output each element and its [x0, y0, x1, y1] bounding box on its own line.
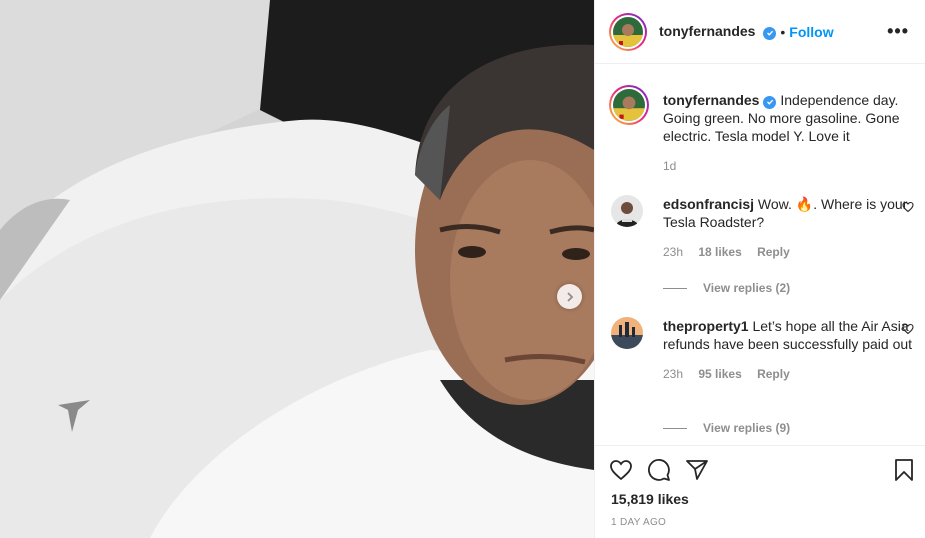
- post-header: tonyfernandes • Follow •••: [595, 0, 925, 64]
- caption: tonyfernandes Independence day. Going gr…: [609, 85, 914, 175]
- like-comment-heart-icon[interactable]: [902, 201, 914, 213]
- author-avatar[interactable]: [609, 12, 647, 51]
- next-photo-button[interactable]: [557, 284, 582, 309]
- heart-icon[interactable]: [609, 458, 633, 482]
- comment-username[interactable]: edsonfrancisj: [663, 196, 754, 212]
- view-replies-label: View replies (9): [703, 421, 791, 435]
- caption-avatar[interactable]: [609, 85, 649, 125]
- post-photo[interactable]: [0, 0, 594, 538]
- commenter-avatar[interactable]: [611, 317, 643, 349]
- comments-list[interactable]: tonyfernandes Independence day. Going gr…: [595, 65, 925, 445]
- view-replies-button[interactable]: View replies (9): [663, 421, 790, 435]
- commenter-avatar[interactable]: [611, 195, 643, 227]
- verified-badge-icon: [763, 26, 777, 40]
- follow-button[interactable]: Follow: [789, 24, 833, 40]
- more-options-icon[interactable]: •••: [887, 21, 909, 42]
- comment-item: edsonfrancisj Wow. 🔥. Where is your Tesl…: [609, 195, 914, 261]
- bookmark-icon[interactable]: [892, 458, 916, 482]
- reply-button[interactable]: Reply: [757, 245, 790, 259]
- comment-age[interactable]: 23h: [663, 245, 683, 259]
- post-likes-count[interactable]: 15,819 likes: [611, 491, 689, 507]
- post-timestamp[interactable]: 1 DAY AGO: [611, 517, 666, 528]
- view-replies-button[interactable]: View replies (2): [663, 281, 790, 295]
- reply-button[interactable]: Reply: [757, 367, 790, 381]
- comment-age[interactable]: 23h: [663, 367, 683, 381]
- verified-badge-icon: [763, 95, 777, 109]
- caption-age[interactable]: 1d: [663, 159, 676, 173]
- comment-icon[interactable]: [647, 458, 671, 482]
- comment-username[interactable]: theproperty1: [663, 318, 749, 334]
- instagram-post: tonyfernandes • Follow ••• tonyfernandes…: [0, 0, 925, 538]
- comment-likes-count[interactable]: 95 likes: [698, 367, 741, 381]
- chevron-right-icon: [566, 291, 573, 302]
- post-details-panel: tonyfernandes • Follow ••• tonyfernandes…: [594, 0, 925, 538]
- author-avatar-image: [613, 16, 643, 47]
- separator-dot: •: [780, 23, 786, 40]
- comment-likes-count[interactable]: 18 likes: [698, 245, 741, 259]
- share-icon[interactable]: [685, 458, 709, 482]
- view-replies-label: View replies (2): [703, 281, 791, 295]
- caption-avatar-image: [613, 89, 645, 121]
- comment-item: theproperty1 Let’s hope all the Air Asia…: [609, 317, 914, 383]
- selfie-with-car-image: [0, 0, 594, 538]
- author-username[interactable]: tonyfernandes: [659, 23, 755, 39]
- like-comment-heart-icon[interactable]: [902, 323, 914, 335]
- post-actions: 15,819 likes 1 DAY AGO: [595, 445, 925, 538]
- caption-username[interactable]: tonyfernandes: [663, 92, 759, 108]
